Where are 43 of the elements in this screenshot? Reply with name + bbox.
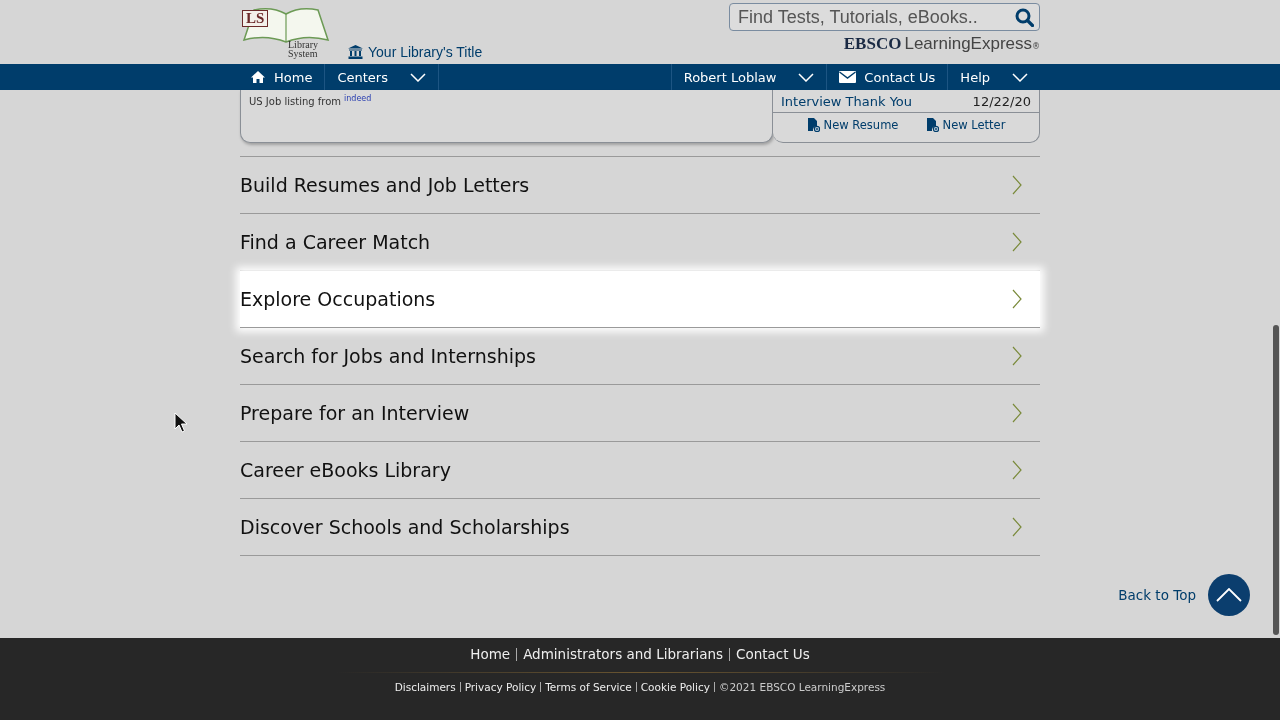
chevron-right-icon <box>1012 175 1022 195</box>
new-document-link[interactable]: New Resume <box>806 118 899 132</box>
footer-link[interactable]: Terms of Service <box>545 681 632 693</box>
document-date: 12/22/20 <box>972 93 1031 109</box>
chevron-right-icon <box>1012 346 1022 366</box>
new-file-icon <box>806 118 820 132</box>
chevron-down-icon <box>798 72 815 82</box>
scrollbar-thumb[interactable] <box>1273 325 1279 635</box>
chevron-down-icon <box>1012 72 1028 82</box>
mouse-pointer-icon <box>174 412 188 433</box>
chevron-right-icon <box>1012 289 1022 309</box>
footer-link[interactable]: Administrators and Librarians <box>523 646 723 662</box>
back-to-top-button[interactable] <box>1208 574 1250 616</box>
section-link[interactable]: Career eBooks Library <box>240 442 1040 499</box>
chevron-right-icon <box>1012 460 1022 480</box>
chevron-right-icon <box>1012 517 1022 537</box>
new-file-icon <box>925 118 939 132</box>
footer-link[interactable]: Privacy Policy <box>464 681 537 693</box>
library-logo[interactable]: LS Library System <box>240 2 330 60</box>
footer-link[interactable]: Contact Us <box>736 646 810 662</box>
source-text: US Job listing from <box>249 96 342 107</box>
indeed-link[interactable]: indeed <box>344 94 372 103</box>
home-icon <box>250 70 266 84</box>
building-icon <box>348 45 363 59</box>
copyright-text: ©2021 EBSCO LearningExpress <box>718 681 886 693</box>
chevron-right-icon <box>1012 403 1022 423</box>
section-link[interactable]: Search for Jobs and Internships <box>240 328 1040 385</box>
back-to-top-link[interactable]: Back to Top <box>1118 587 1196 603</box>
section-link[interactable]: Build Resumes and Job Letters <box>240 157 1040 214</box>
chevron-down-icon <box>409 72 426 82</box>
footer-link[interactable]: Home <box>470 646 511 662</box>
document-link[interactable]: Interview Thank You <box>781 93 913 109</box>
search-icon <box>1015 7 1034 27</box>
envelope-icon <box>839 71 857 83</box>
section-link[interactable]: Prepare for an Interview <box>240 385 1040 442</box>
footer-link[interactable]: Disclaimers <box>394 681 456 693</box>
chevron-up-icon <box>1216 588 1242 602</box>
section-link[interactable]: Explore Occupations <box>240 271 1040 328</box>
section-link[interactable]: Discover Schools and Scholarships <box>240 499 1040 556</box>
new-document-link[interactable]: New Letter <box>925 118 1006 132</box>
search-field[interactable]: Find Tests, Tutorials, eBooks.. <box>729 3 1040 31</box>
footer-link[interactable]: Cookie Policy <box>640 681 710 693</box>
chevron-right-icon <box>1012 232 1022 252</box>
